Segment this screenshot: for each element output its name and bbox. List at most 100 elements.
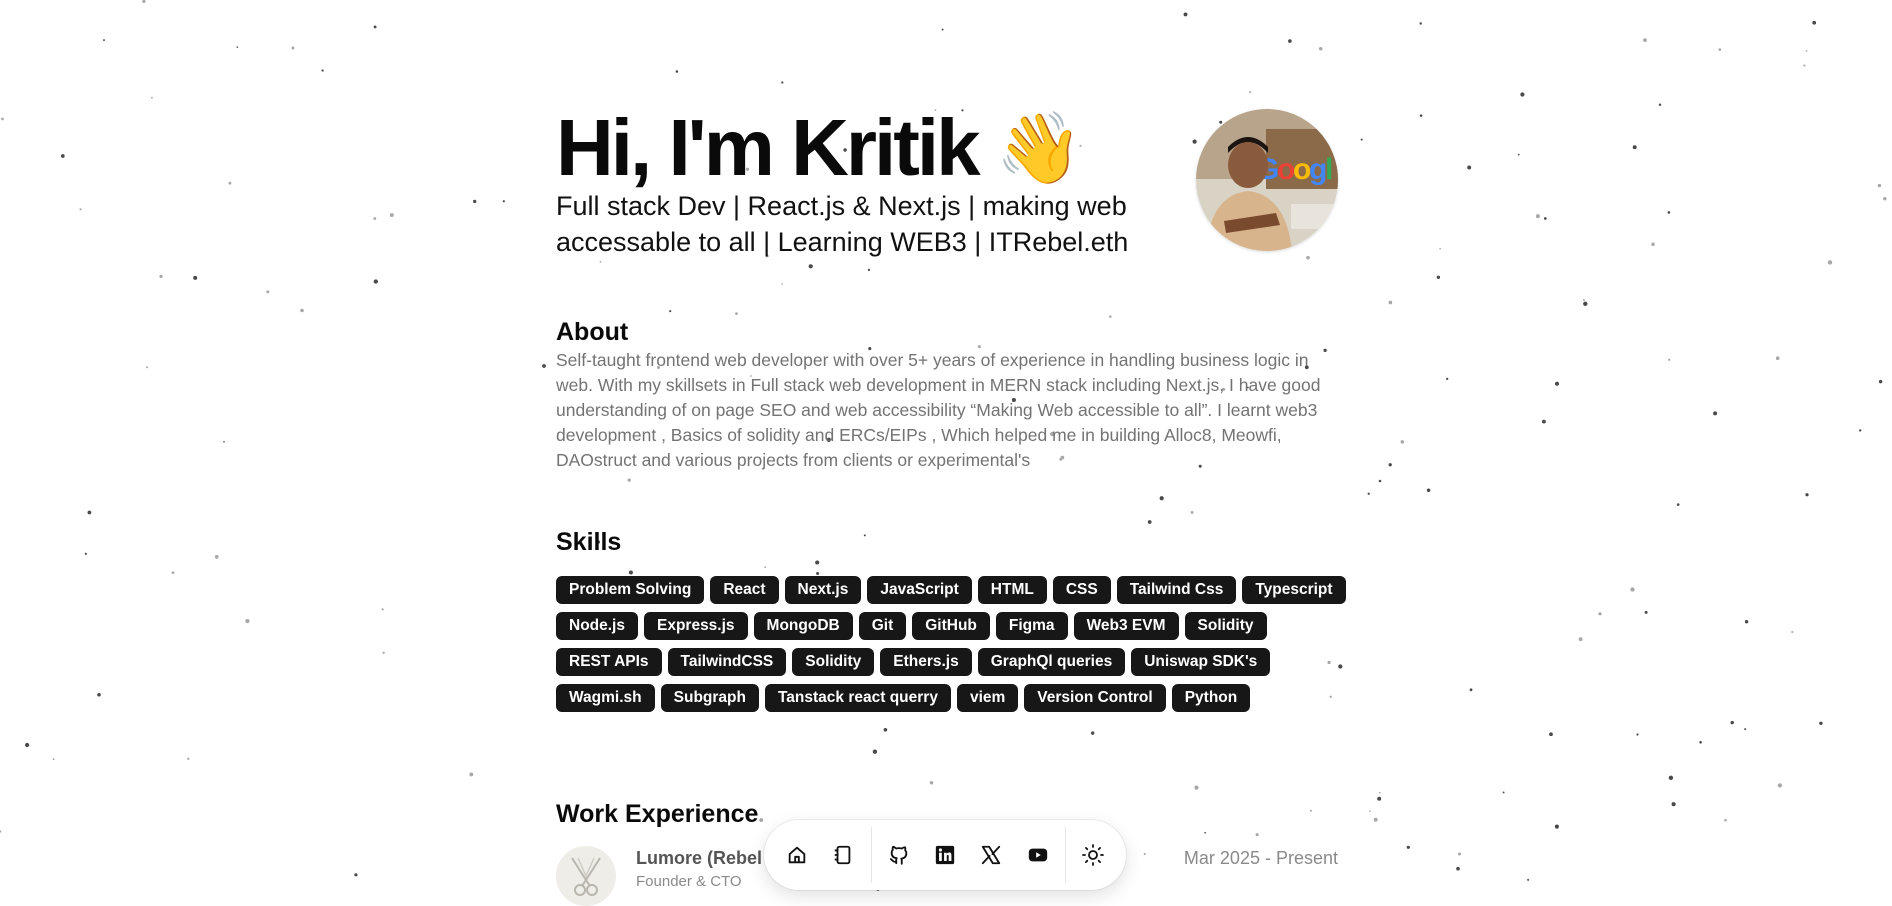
background-dot — [97, 693, 101, 697]
background-dot — [52, 758, 55, 761]
skill-chip: MongoDB — [753, 612, 853, 640]
sun-icon — [1081, 844, 1104, 866]
skill-chip: GitHub — [912, 612, 990, 640]
skill-chip: Typescript — [1242, 576, 1346, 604]
skill-chip: Subgraph — [660, 684, 759, 712]
background-dot — [381, 608, 384, 611]
background-dot — [1803, 64, 1806, 67]
background-dot — [1439, 247, 1441, 250]
dock-blog-button[interactable] — [823, 833, 863, 877]
background-dot — [1636, 733, 1639, 736]
background-dot — [79, 208, 82, 211]
skill-chip: Ethers.js — [880, 648, 972, 676]
background-dot — [1458, 852, 1461, 856]
background-dot — [214, 555, 219, 559]
background-dot — [1446, 377, 1449, 381]
background-dot — [1718, 48, 1722, 51]
background-dot — [1819, 721, 1823, 726]
dock-theme-toggle-button[interactable] — [1073, 833, 1113, 877]
background-dot — [0, 830, 2, 833]
background-dot — [1388, 300, 1393, 305]
skill-chip: Uniswap SDK's — [1131, 648, 1271, 676]
background-dot — [321, 69, 324, 72]
background-dot — [1676, 503, 1680, 506]
background-dot — [1730, 720, 1734, 725]
background-dot — [1419, 22, 1422, 25]
dock-x-button[interactable] — [971, 833, 1011, 877]
notebook-icon — [835, 845, 851, 865]
background-dot — [1582, 298, 1585, 302]
background-dot — [1377, 796, 1382, 801]
avatar: G o o g l — [1196, 109, 1338, 251]
background-dot — [1644, 610, 1648, 614]
skill-chip: Wagmi.sh — [556, 684, 655, 712]
background-dot — [1400, 440, 1405, 444]
background-dot — [1791, 630, 1794, 634]
background-dot — [469, 772, 474, 777]
background-dot — [1467, 165, 1472, 170]
dock-linkedin-button[interactable] — [925, 833, 965, 877]
skill-chip: Git — [858, 612, 907, 640]
background-dot — [1469, 688, 1473, 692]
background-dot — [373, 25, 377, 29]
background-dot — [187, 757, 190, 760]
skills-list: Problem Solving React Next.js JavaScript HTM… — [556, 576, 1346, 712]
background-dot — [1877, 183, 1882, 188]
background-dot — [1543, 217, 1547, 220]
background-dot — [300, 308, 304, 313]
background-dot — [142, 0, 146, 4]
background-dot — [1502, 791, 1505, 794]
background-dot — [1883, 197, 1887, 201]
dock-github-button[interactable] — [879, 833, 919, 877]
background-dot — [1419, 114, 1423, 117]
background-dot — [193, 275, 198, 280]
skill-chip: Express.js — [643, 612, 748, 640]
background-dot — [1643, 38, 1647, 42]
background-dot — [1388, 463, 1392, 467]
company-logo[interactable] — [556, 846, 616, 906]
background-dot — [223, 441, 225, 443]
background-dot — [1651, 242, 1655, 247]
youtube-icon — [1028, 848, 1047, 862]
background-dot — [1805, 50, 1808, 52]
background-dot — [150, 96, 153, 99]
background-dot — [1369, 810, 1371, 812]
background-dot — [25, 742, 30, 748]
skills-heading: Skills — [556, 528, 622, 556]
background-dot — [1630, 587, 1635, 592]
background-dot — [354, 873, 358, 877]
background-dot — [1367, 492, 1370, 495]
skill-chip: TailwindCSS — [667, 648, 787, 676]
background-dot — [1744, 620, 1749, 624]
background-dot — [1373, 817, 1378, 822]
background-dot — [228, 181, 232, 185]
background-dot — [1426, 488, 1431, 492]
work-dates: Mar 2025 - Present — [1183, 848, 1338, 868]
background-dot — [87, 510, 92, 515]
background-dot — [1583, 301, 1588, 306]
skill-chip: Solidity — [792, 648, 875, 676]
background-dot — [1812, 20, 1817, 25]
background-dot — [1668, 358, 1671, 361]
skill-chip: viem — [956, 684, 1019, 712]
background-dot — [245, 619, 250, 624]
x-icon — [982, 845, 1001, 865]
background-dot — [1378, 479, 1382, 483]
background-dot — [1520, 92, 1525, 97]
about-heading: About — [556, 318, 629, 346]
background-dot — [146, 366, 149, 369]
dock-separator — [870, 827, 872, 883]
background-dot — [1777, 783, 1783, 788]
dock-youtube-button[interactable] — [1017, 833, 1057, 877]
background-dot — [1549, 732, 1553, 737]
work-role: Founder & CTO — [636, 873, 742, 890]
work-company[interactable]: Lumore (Rebel — [636, 848, 762, 869]
scissors-icon — [571, 857, 601, 896]
github-icon — [889, 845, 907, 865]
background-dot — [159, 274, 163, 279]
skill-chip: CSS — [1052, 576, 1111, 604]
background-dot — [502, 200, 505, 203]
home-icon — [788, 846, 806, 864]
background-dot — [1658, 103, 1662, 106]
dock-home-button[interactable] — [777, 833, 817, 877]
